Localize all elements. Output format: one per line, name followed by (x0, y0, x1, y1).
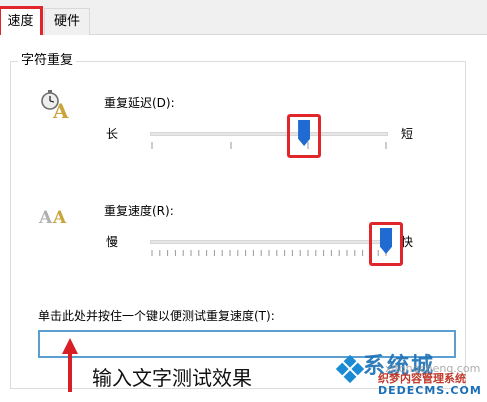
repeat-delay-right-label: 短 (401, 127, 414, 141)
red-arrow-shaft (68, 352, 72, 392)
repeat-rate-slider[interactable] (150, 222, 403, 272)
test-label: 单击此处并按住一个键以便测试重复速度(T): (38, 309, 275, 323)
watermark-domain: DEDECMS.COM (378, 384, 482, 397)
repeat-rate-highlight (369, 222, 403, 266)
repeat-delay-track (150, 132, 388, 136)
windows-logo-icon (335, 354, 365, 384)
repeat-delay-label: 重复延迟(D): (104, 96, 175, 110)
annotation-text: 输入文字测试效果 (92, 366, 252, 390)
stopwatch-letter-a-icon: A (41, 90, 69, 120)
repeat-delay-ticks (151, 142, 387, 149)
svg-text:A: A (38, 208, 53, 227)
repeat-delay-slider[interactable] (150, 114, 388, 164)
repeat-delay-left-label: 长 (106, 127, 119, 141)
tab-speed[interactable]: 速度 (0, 6, 43, 35)
tab-hardware[interactable]: 硬件 (44, 8, 90, 35)
group-title: 字符重复 (18, 53, 77, 69)
repeat-rate-ticks (151, 250, 387, 256)
repeat-rate-label: 重复速度(R): (104, 204, 174, 218)
repeat-rate-left-label: 慢 (106, 235, 119, 249)
svg-text:A: A (52, 208, 67, 227)
repeat-delay-highlight (287, 114, 322, 158)
double-letter-a-icon: A A (38, 208, 67, 227)
repeat-rate-track (150, 240, 388, 244)
svg-text:A: A (52, 99, 69, 120)
